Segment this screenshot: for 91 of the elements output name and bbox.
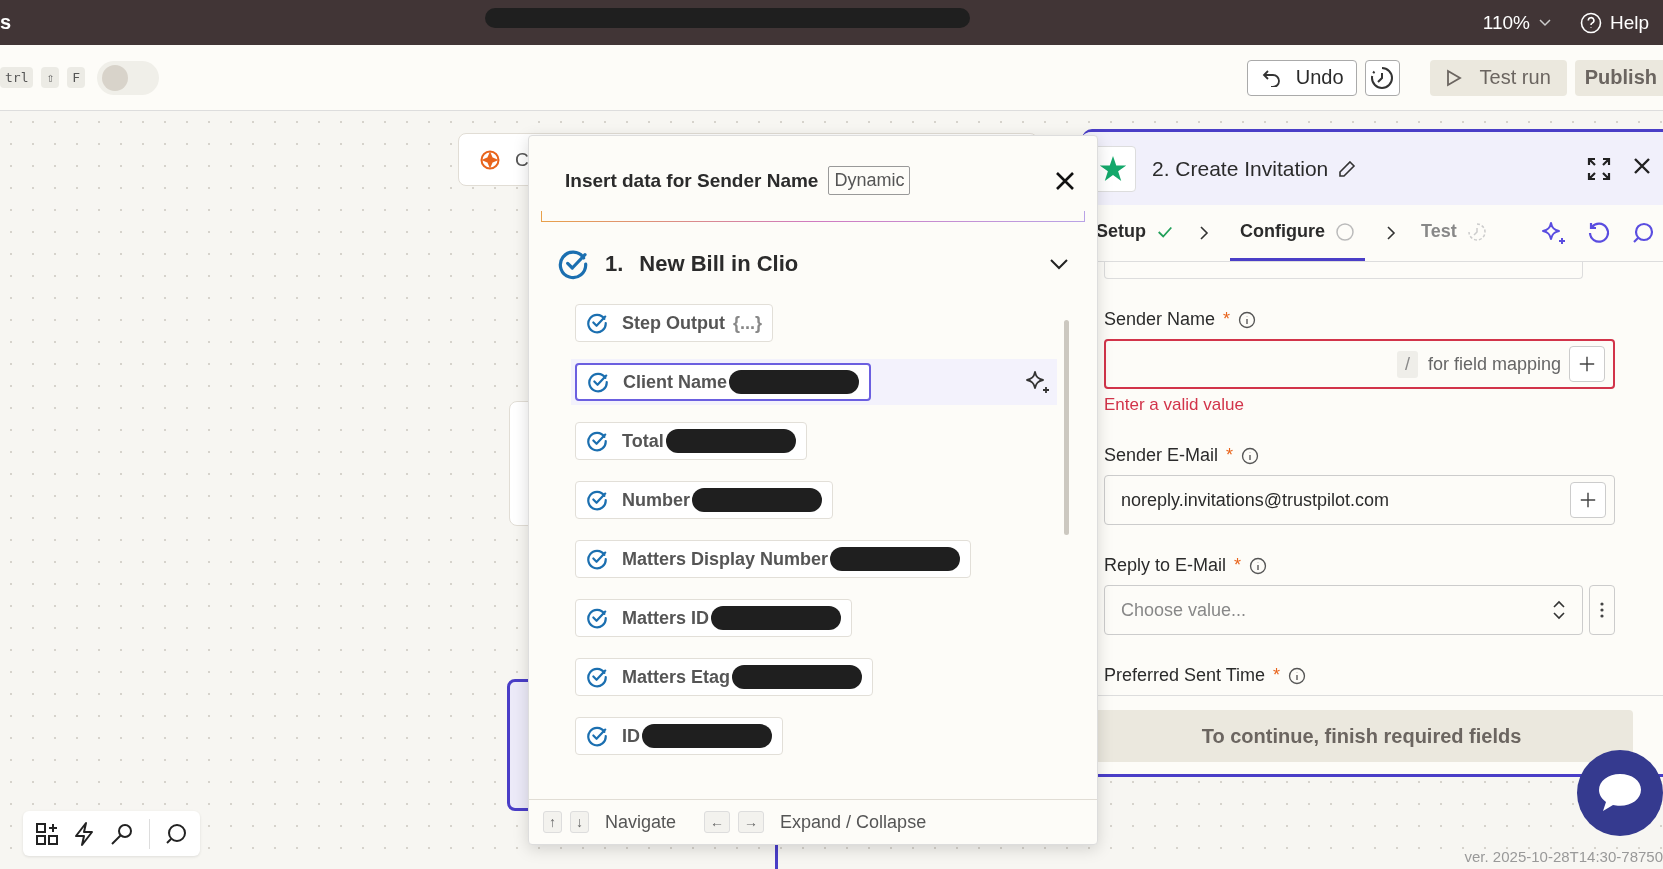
error-message: Enter a valid value: [1104, 395, 1245, 415]
search-icon[interactable]: [164, 821, 188, 846]
scrollbar[interactable]: [1064, 320, 1069, 535]
key-hint: ↓: [570, 811, 589, 833]
step-title: 2. Create Invitation: [1152, 156, 1329, 181]
trigger-icon: [479, 148, 501, 171]
key-hint: →: [738, 811, 765, 833]
test-run-button[interactable]: Test run: [1429, 59, 1567, 96]
data-field-chip[interactable]: Matters Etag: [575, 658, 874, 696]
select-field[interactable]: Choose value...: [1104, 585, 1583, 635]
input-field[interactable]: noreply.invitations@trustpilot.com: [1104, 475, 1615, 525]
check-circle-icon: [586, 312, 608, 334]
info-icon[interactable]: [1249, 556, 1268, 575]
field-value: noreply.invitations@trustpilot.com: [1121, 489, 1391, 511]
publish-button[interactable]: Publish: [1574, 59, 1663, 96]
history-icon: [1369, 64, 1396, 91]
required-mark: *: [1273, 665, 1281, 686]
data-field-chip[interactable]: Matters ID: [575, 599, 853, 637]
input-field[interactable]: [1104, 262, 1583, 279]
chevron-down-icon: [1537, 17, 1552, 28]
data-field-chip[interactable]: ID: [575, 717, 783, 755]
node-title: C: [515, 148, 529, 171]
required-mark: *: [1226, 445, 1234, 466]
step-number: 1.: [605, 251, 624, 277]
data-field-chip[interactable]: Matters Display Number: [575, 540, 972, 578]
sparkle-icon[interactable]: [1025, 369, 1051, 395]
field-label: Preferred Sent Time: [1104, 665, 1266, 686]
undo-button[interactable]: Undo: [1246, 59, 1357, 96]
clock-icon: [1466, 221, 1487, 242]
version-text: ver. 2025-10-28T14:30-78750: [1464, 848, 1663, 865]
check-circle-icon: [586, 489, 608, 511]
check-circle-icon: [586, 725, 608, 747]
chat-bubble-icon: [1597, 772, 1643, 814]
field-label: Sender E-Mail: [1104, 445, 1219, 466]
status-circle-icon: [1335, 221, 1355, 242]
toggle-switch[interactable]: [97, 60, 160, 95]
check-circle-icon: [586, 607, 608, 629]
check-circle-icon: [586, 430, 608, 452]
field-label: Reply to E-Mail: [1104, 555, 1227, 576]
shortcut-key: ⇧: [41, 67, 60, 88]
refresh-icon[interactable]: [1587, 221, 1611, 246]
chevron-icon[interactable]: [1049, 258, 1069, 270]
history-button[interactable]: [1364, 59, 1400, 96]
chevron-right-icon: [1198, 225, 1210, 242]
step-tab[interactable]: Configure: [1230, 205, 1365, 261]
info-icon[interactable]: [1288, 666, 1307, 685]
app-name: s: [0, 11, 12, 34]
slash-key: /: [1396, 350, 1418, 378]
check-circle-icon: [586, 666, 608, 688]
add-apps-icon[interactable]: [35, 821, 59, 846]
check-circle-icon: [586, 548, 608, 570]
up-down-chevron-icon: [1552, 599, 1566, 621]
required-mark: *: [1223, 309, 1231, 330]
more-icon: [1600, 602, 1604, 618]
data-field-chip[interactable]: Step Output {...}: [575, 304, 773, 342]
key-hint: ↑: [543, 811, 562, 833]
sparkle-icon[interactable]: [1541, 220, 1567, 247]
check-circle-icon: [587, 371, 609, 393]
plus-icon: [1579, 491, 1597, 509]
input-field[interactable]: / for field mapping: [1104, 339, 1615, 389]
expand-collapse-hint: Expand / Collapse: [780, 811, 927, 833]
close-icon[interactable]: [1055, 170, 1075, 191]
placeholder-text: for field mapping: [1427, 353, 1561, 375]
play-icon: [1445, 68, 1462, 87]
navigate-hint: Navigate: [605, 811, 677, 833]
pencil-icon[interactable]: [1338, 159, 1357, 178]
required-mark: *: [1234, 555, 1242, 576]
data-field-chip[interactable]: Total: [575, 422, 807, 460]
popup-title: Insert data for Sender Name: [565, 169, 819, 192]
add-button[interactable]: [1570, 482, 1606, 518]
shortcut-key: trl: [0, 67, 34, 88]
data-field-chip[interactable]: Client Name: [575, 363, 872, 401]
field-label: Sender Name: [1104, 309, 1216, 330]
chevron-right-icon: [1385, 225, 1397, 242]
info-icon[interactable]: [1241, 446, 1260, 465]
help-button[interactable]: Help: [1579, 11, 1649, 34]
dynamic-badge: Dynamic: [828, 166, 911, 195]
lightning-icon[interactable]: [73, 820, 95, 847]
plus-icon: [1578, 355, 1596, 373]
shortcut-key: F: [67, 67, 86, 88]
expand-icon[interactable]: [1587, 156, 1611, 181]
undo-icon: [1261, 68, 1282, 87]
step-check-icon: [557, 248, 589, 280]
step-tab[interactable]: Setup: [1092, 205, 1178, 261]
add-button[interactable]: [1569, 346, 1605, 382]
step-name: New Bill in Clio: [639, 251, 799, 277]
zoom-dropdown[interactable]: 110%: [1482, 11, 1552, 34]
info-icon[interactable]: [1238, 310, 1257, 329]
key-hint: ←: [704, 811, 731, 833]
help-icon: [1579, 11, 1602, 34]
data-field-chip[interactable]: Number: [575, 481, 833, 519]
